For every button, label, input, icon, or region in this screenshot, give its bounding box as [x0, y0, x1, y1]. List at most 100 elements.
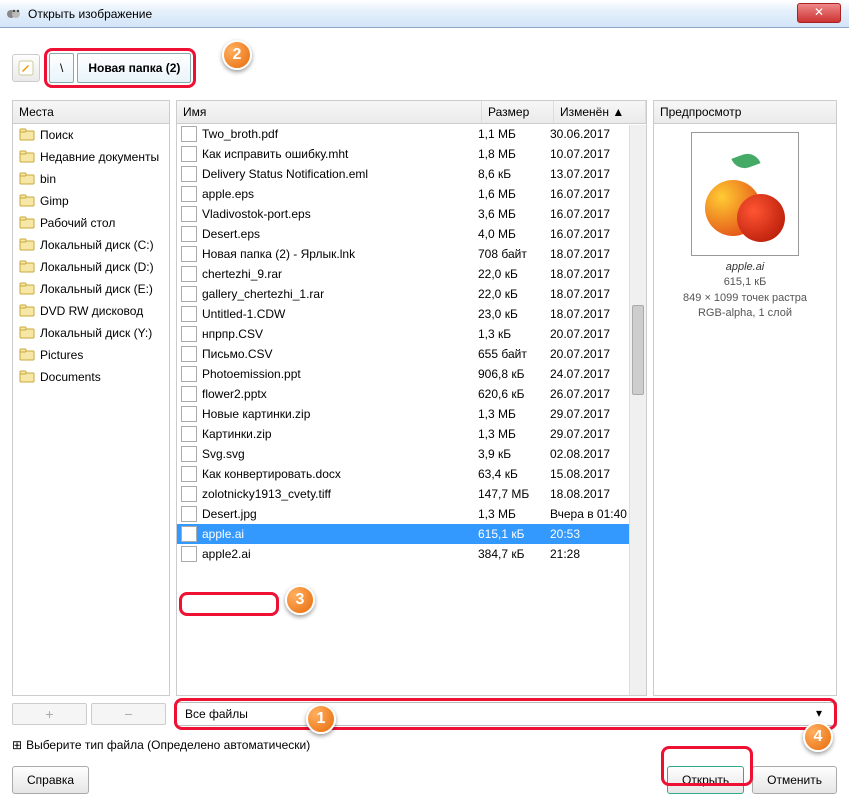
preview-dimensions: 849 × 1099 точек растра [658, 291, 832, 306]
place-item[interactable]: DVD RW дисковод [13, 300, 169, 322]
file-size: 620,6 кБ [478, 387, 550, 401]
file-icon [181, 406, 197, 422]
file-row[interactable]: Delivery Status Notification.eml8,6 кБ13… [177, 164, 646, 184]
place-label: Documents [40, 370, 101, 384]
place-item[interactable]: Поиск [13, 124, 169, 146]
folder-icon [19, 237, 35, 253]
file-row[interactable]: Vladivostok-port.eps3,6 МБ16.07.2017 [177, 204, 646, 224]
file-size: 63,4 кБ [478, 467, 550, 481]
files-header: Имя Размер Изменён ▲ [177, 101, 646, 124]
file-icon [181, 186, 197, 202]
file-row[interactable]: apple.ai615,1 кБ20:53 [177, 524, 646, 544]
pencil-icon [18, 60, 34, 76]
cancel-button[interactable]: Отменить [752, 766, 837, 794]
file-size: 384,7 кБ [478, 547, 550, 561]
place-label: Локальный диск (D:) [40, 260, 154, 274]
place-item[interactable]: Локальный диск (D:) [13, 256, 169, 278]
file-row[interactable]: Как конвертировать.docx63,4 кБ15.08.2017 [177, 464, 646, 484]
edit-path-button[interactable] [12, 54, 40, 82]
callout-4: 4 [803, 722, 833, 752]
place-label: DVD RW дисковод [40, 304, 143, 318]
file-icon [181, 166, 197, 182]
file-row[interactable]: gallery_chertezhi_1.rar22,0 кБ18.07.2017 [177, 284, 646, 304]
place-item[interactable]: Локальный диск (Y:) [13, 322, 169, 344]
scroll-thumb[interactable] [632, 305, 644, 395]
file-name: flower2.pptx [202, 387, 267, 401]
file-row[interactable]: нпрпр.CSV1,3 кБ20.07.2017 [177, 324, 646, 344]
help-button[interactable]: Справка [12, 766, 89, 794]
open-button[interactable]: Открыть [667, 766, 744, 794]
place-item[interactable]: Локальный диск (C:) [13, 234, 169, 256]
file-size: 1,3 МБ [478, 507, 550, 521]
path-segment-root[interactable]: \ [49, 53, 74, 83]
folder-icon [19, 193, 35, 209]
file-row[interactable]: Desert.jpg1,3 МБВчера в 01:40 [177, 504, 646, 524]
folder-icon [19, 281, 35, 297]
place-item[interactable]: Gimp [13, 190, 169, 212]
file-name: Svg.svg [202, 447, 245, 461]
place-label: Локальный диск (E:) [40, 282, 153, 296]
file-row[interactable]: zolotnicky1913_cvety.tiff147,7 МБ18.08.2… [177, 484, 646, 504]
expand-filetype-row[interactable]: ⊞ Выберите тип файла (Определено автомат… [12, 738, 837, 752]
place-label: Поиск [40, 128, 73, 142]
file-icon [181, 486, 197, 502]
places-header[interactable]: Места [13, 101, 169, 124]
file-row[interactable]: Картинки.zip1,3 МБ29.07.2017 [177, 424, 646, 444]
col-size[interactable]: Размер [482, 101, 554, 123]
file-name: gallery_chertezhi_1.rar [202, 287, 324, 301]
app-icon [6, 6, 22, 22]
place-item[interactable]: Локальный диск (E:) [13, 278, 169, 300]
file-icon [181, 126, 197, 142]
file-row[interactable]: chertezhi_9.rar22,0 кБ18.07.2017 [177, 264, 646, 284]
file-row[interactable]: Письмо.CSV655 байт20.07.2017 [177, 344, 646, 364]
file-row[interactable]: Untitled-1.CDW23,0 кБ18.07.2017 [177, 304, 646, 324]
place-item[interactable]: Documents [13, 366, 169, 388]
file-name: zolotnicky1913_cvety.tiff [202, 487, 331, 501]
file-icon [181, 466, 197, 482]
place-item[interactable]: Недавние документы [13, 146, 169, 168]
folder-icon [19, 149, 35, 165]
file-size: 22,0 кБ [478, 287, 550, 301]
file-row[interactable]: Photoemission.ppt906,8 кБ24.07.2017 [177, 364, 646, 384]
file-size: 23,0 кБ [478, 307, 550, 321]
file-row[interactable]: Как исправить ошибку.mht1,8 МБ10.07.2017 [177, 144, 646, 164]
file-row[interactable]: apple2.ai384,7 кБ21:28 [177, 544, 646, 564]
file-size: 708 байт [478, 247, 550, 261]
file-row[interactable]: Новая папка (2) - Ярлык.lnk708 байт18.07… [177, 244, 646, 264]
chevron-down-icon: ▾ [816, 706, 832, 722]
place-item[interactable]: Pictures [13, 344, 169, 366]
place-item[interactable]: bin [13, 168, 169, 190]
col-name[interactable]: Имя [177, 101, 482, 123]
path-segment-current[interactable]: Новая папка (2) [77, 53, 191, 83]
file-name: Desert.jpg [202, 507, 257, 521]
file-icon [181, 306, 197, 322]
folder-icon [19, 369, 35, 385]
close-button[interactable]: ✕ [797, 3, 841, 23]
place-item[interactable]: Рабочий стол [13, 212, 169, 234]
file-icon [181, 366, 197, 382]
place-label: Локальный диск (C:) [40, 238, 154, 252]
file-row[interactable]: Новые картинки.zip1,3 МБ29.07.2017 [177, 404, 646, 424]
add-place-button[interactable]: + [12, 703, 87, 725]
file-row[interactable]: Svg.svg3,9 кБ02.08.2017 [177, 444, 646, 464]
file-row[interactable]: Two_broth.pdf1,1 МБ30.06.2017 [177, 124, 646, 144]
file-row[interactable]: apple.eps1,6 МБ16.07.2017 [177, 184, 646, 204]
file-row[interactable]: flower2.pptx620,6 кБ26.07.2017 [177, 384, 646, 404]
expand-label: Выберите тип файла (Определено автоматич… [26, 738, 310, 752]
col-modified[interactable]: Изменён ▲ [554, 101, 646, 123]
file-name: Новые картинки.zip [202, 407, 310, 421]
folder-icon [19, 171, 35, 187]
preview-size: 615,1 кБ [658, 275, 832, 290]
vertical-scrollbar[interactable] [629, 125, 646, 695]
file-size: 8,6 кБ [478, 167, 550, 181]
callout-2: 2 [222, 40, 252, 70]
file-filter-combo[interactable]: Все файлы ▾ [176, 702, 837, 726]
file-name: Delivery Status Notification.eml [202, 167, 368, 181]
remove-place-button[interactable]: − [91, 703, 166, 725]
file-size: 615,1 кБ [478, 527, 550, 541]
file-size: 1,3 МБ [478, 407, 550, 421]
file-icon [181, 346, 197, 362]
file-row[interactable]: Desert.eps4,0 МБ16.07.2017 [177, 224, 646, 244]
file-name: apple.ai [202, 527, 244, 541]
file-name: Новая папка (2) - Ярлык.lnk [202, 247, 355, 261]
